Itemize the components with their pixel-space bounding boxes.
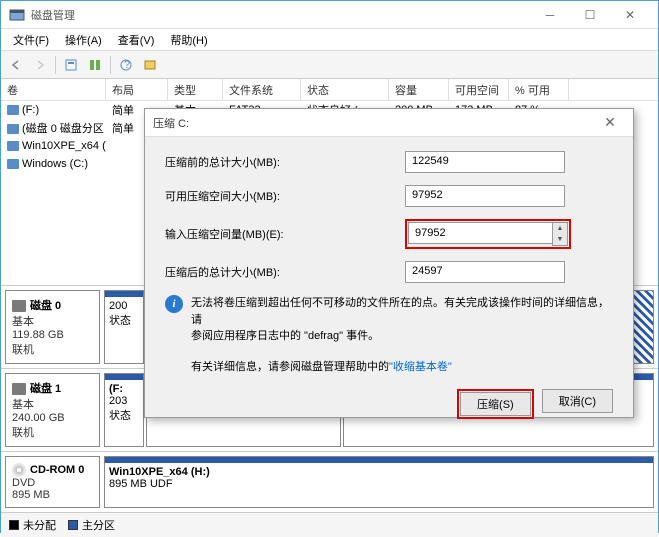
close-button[interactable]: ✕: [610, 1, 650, 29]
shrink-button[interactable]: 压缩(S): [460, 392, 531, 416]
label-total-after: 压缩后的总计大小(MB):: [165, 264, 405, 280]
hdd-icon: [12, 300, 26, 312]
help-button[interactable]: ?: [115, 54, 137, 76]
disk-0-label[interactable]: 磁盘 0 基本 119.88 GB 联机: [5, 290, 100, 364]
cd-icon: [12, 463, 26, 477]
volume-icon: [7, 124, 19, 134]
refresh-button[interactable]: [84, 54, 106, 76]
info-text-1: 无法将卷压缩到超出任何不可移动的文件所在的点。有关完成该操作时间的详细信息，请 …: [191, 295, 613, 345]
menu-action[interactable]: 操作(A): [57, 30, 110, 50]
maximize-button[interactable]: ☐: [570, 1, 610, 29]
label-enter-amount: 输入压缩空间量(MB)(E):: [165, 226, 405, 242]
app-icon: [9, 7, 25, 23]
header-fs[interactable]: 文件系统: [223, 79, 301, 100]
header-pct[interactable]: % 可用: [509, 79, 569, 100]
volume-icon: [7, 141, 19, 151]
help-link[interactable]: "收缩基本卷": [389, 361, 452, 373]
menu-help[interactable]: 帮助(H): [162, 30, 215, 50]
header-type[interactable]: 类型: [168, 79, 223, 100]
dialog-close-button[interactable]: ✕: [595, 114, 625, 131]
value-total-before: 122549: [405, 151, 565, 173]
volume-icon: [7, 105, 19, 115]
header-status[interactable]: 状态: [301, 79, 389, 100]
volume-icon: [7, 159, 19, 169]
label-available: 可用压缩空间大小(MB):: [165, 188, 405, 204]
header-capacity[interactable]: 容量: [389, 79, 449, 100]
value-total-after: 24597: [405, 261, 565, 283]
menu-file[interactable]: 文件(F): [5, 30, 57, 50]
svg-text:?: ?: [124, 59, 130, 71]
shrink-amount-input[interactable]: [408, 222, 552, 244]
forward-button[interactable]: [29, 54, 51, 76]
cancel-button[interactable]: 取消(C): [542, 389, 613, 413]
value-available: 97952: [405, 185, 565, 207]
window-title: 磁盘管理: [31, 7, 530, 23]
view-options-button[interactable]: [60, 54, 82, 76]
header-free[interactable]: 可用空间: [449, 79, 509, 100]
info-icon: i: [165, 295, 183, 313]
minimize-button[interactable]: ─: [530, 1, 570, 29]
header-volume[interactable]: 卷: [1, 79, 106, 100]
partition[interactable]: 200状态: [104, 290, 144, 364]
menu-view[interactable]: 查看(V): [110, 30, 163, 50]
properties-button[interactable]: [139, 54, 161, 76]
disk-1-label[interactable]: 磁盘 1 基本 240.00 GB 联机: [5, 373, 100, 447]
hdd-icon: [12, 383, 26, 395]
header-layout[interactable]: 布局: [106, 79, 168, 100]
legend-unallocated: 未分配: [9, 517, 56, 533]
back-button[interactable]: [5, 54, 27, 76]
partition[interactable]: Win10XPE_x64 (H:)895 MB UDF: [104, 456, 654, 508]
dialog-title: 压缩 C:: [153, 115, 595, 131]
label-total-before: 压缩前的总计大小(MB):: [165, 154, 405, 170]
shrink-dialog: 压缩 C: ✕ 压缩前的总计大小(MB): 122549 可用压缩空间大小(MB…: [144, 108, 634, 418]
info-text-2: 有关详细信息，请参阅磁盘管理帮助中的"收缩基本卷": [191, 359, 613, 376]
spinner-buttons[interactable]: ▲▼: [552, 222, 568, 246]
partition[interactable]: (F:203状态: [104, 373, 144, 447]
legend-primary: 主分区: [68, 517, 115, 533]
cdrom-0-label[interactable]: CD-ROM 0 DVD 895 MB: [5, 456, 100, 508]
